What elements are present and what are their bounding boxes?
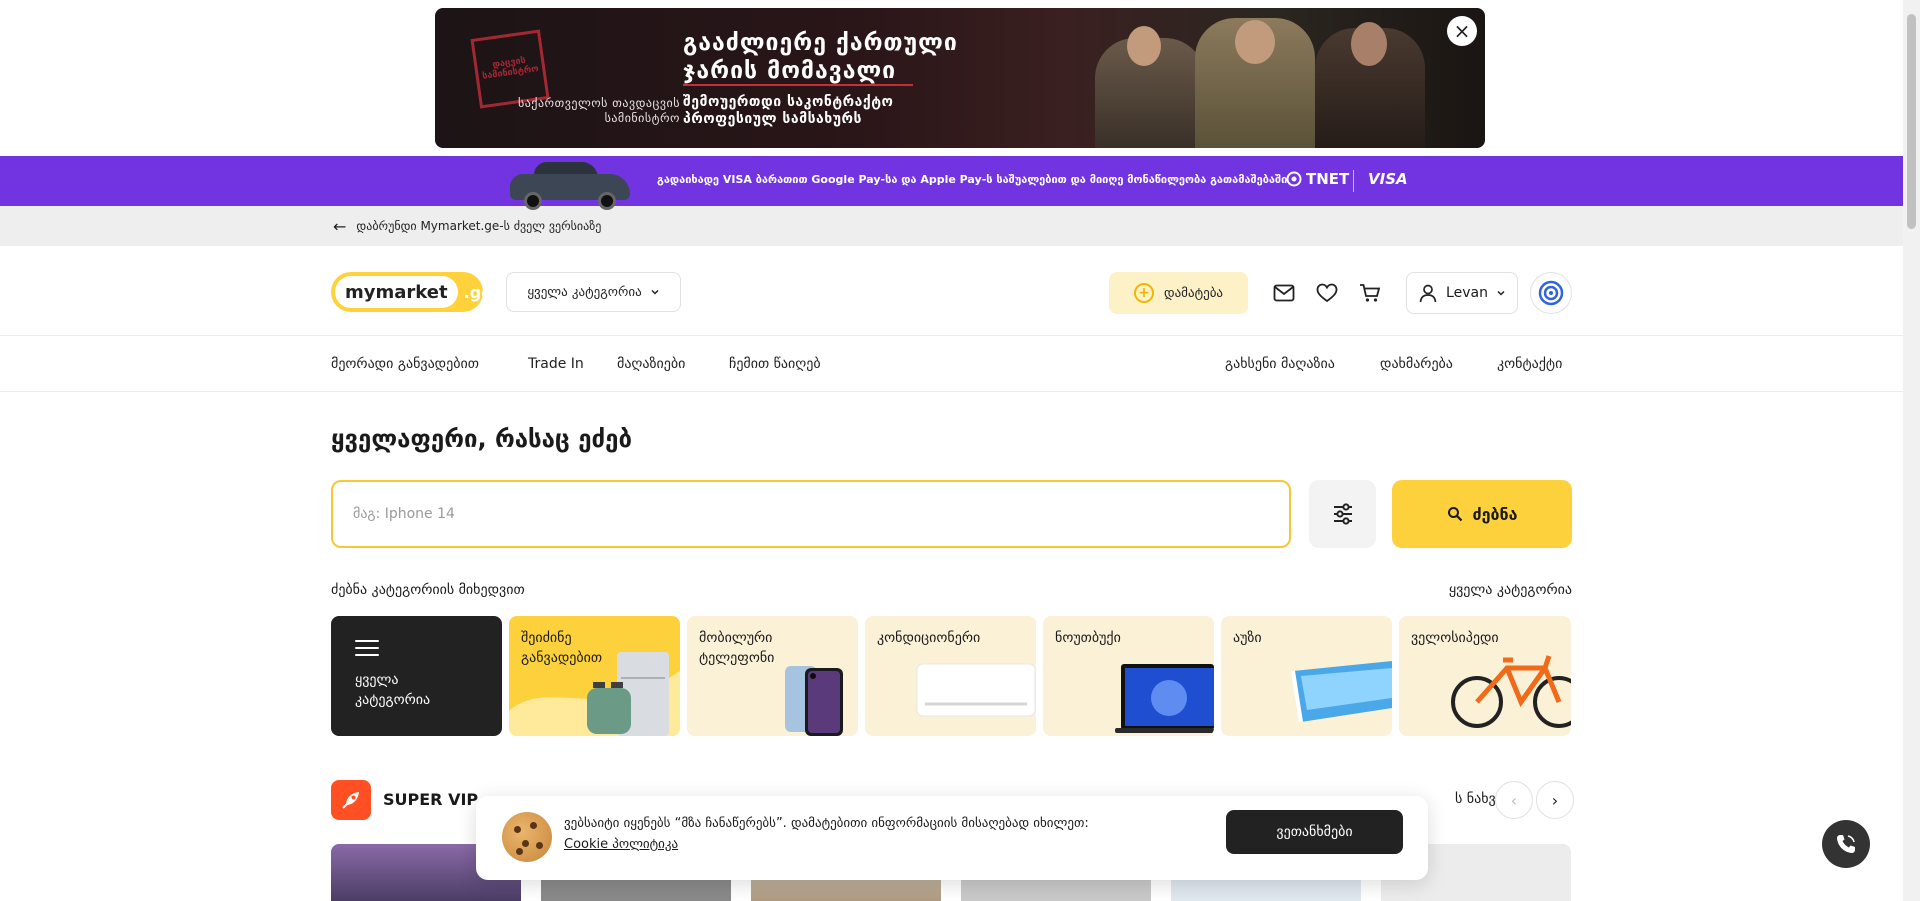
cookie-policy-link[interactable]: Cookie პოლიტიკა (564, 835, 1089, 856)
page: დაცვის სამინისტრო საქართველოს თავდაცვის … (0, 0, 1920, 901)
menu-icon (355, 640, 379, 656)
category-tile-ac[interactable]: კონდიციონერი (865, 616, 1036, 736)
ministry-name: საქართველოს თავდაცვის სამინისტრო (517, 96, 680, 125)
appliances-image (509, 652, 680, 736)
army-ad-banner[interactable]: დაცვის სამინისტრო საქართველოს თავდაცვის … (435, 8, 1485, 148)
nav-item-help[interactable]: დახმარება (1380, 356, 1453, 372)
category-tile-mobile[interactable]: მობილური ტელეფონი (687, 616, 858, 736)
banner-divider (683, 84, 913, 86)
promo-strip[interactable]: გადაიხადე VISA ბარათით Google Pay-სა და … (0, 156, 1920, 210)
old-version-bar[interactable]: ← დაბრუნდი Mymarket.ge-ს ძველ ვერსიაზე (0, 206, 1920, 246)
cookie-notice: ვებსაიტი იყენებს “მზა ჩანაწერებს”. დამატ… (476, 796, 1428, 880)
add-listing-label: დამატება (1163, 285, 1224, 301)
super-vip-heading: SUPER VIP (383, 790, 479, 809)
category-tile-bicycle[interactable]: ველოსიპედი (1399, 616, 1571, 736)
search-input[interactable]: მაგ: Iphone 14 (331, 480, 1291, 548)
soldiers-image (1075, 8, 1435, 148)
tnet-logo: TNET (1286, 170, 1349, 188)
tnet-apps-button[interactable] (1530, 272, 1572, 314)
nav-item-trade-in[interactable]: Trade In (528, 356, 584, 372)
banner-subtitle: შემოუერთდი საკონტრაქტო პროფესიულ სამსახუ… (683, 94, 894, 127)
chevron-down-icon (651, 289, 659, 295)
heart-icon[interactable] (1314, 280, 1340, 306)
visa-logo: VISA (1368, 170, 1408, 188)
carousel-prev-button[interactable]: ‹ (1495, 781, 1533, 819)
category-tile-laptop[interactable]: ნოუთბუქი (1043, 616, 1214, 736)
category-tile-all[interactable]: ყველა კატეგორია (331, 616, 502, 736)
search-button-label: ძებნა (1472, 504, 1518, 524)
user-icon (1419, 284, 1437, 303)
promo-text: გადაიხადე VISA ბარათით Google Pay-სა და … (657, 173, 1288, 186)
page-title: ყველაფერი, რასაც ეძებ (331, 425, 633, 453)
user-menu-button[interactable]: Levan (1406, 272, 1518, 314)
call-support-button[interactable] (1822, 820, 1870, 868)
nav-item-used-installment[interactable]: მეორადი განვადებით (331, 356, 479, 372)
filter-button[interactable] (1309, 480, 1376, 548)
nav-item-contact[interactable]: კონტაქტი (1497, 356, 1562, 372)
category-dropdown-label: ყველა კატეგორია (527, 284, 642, 300)
add-listing-button[interactable]: + დამატება (1109, 272, 1248, 314)
close-banner-button[interactable]: × (1447, 16, 1477, 46)
plus-icon: + (1133, 283, 1154, 303)
category-label: ყველა კატეგორია (355, 672, 431, 709)
top-banner-area: დაცვის სამინისტრო საქართველოს თავდაცვის … (0, 0, 1920, 156)
arrow-left-icon: ← (333, 216, 347, 236)
logo-main-text: mymarket (335, 276, 458, 308)
all-categories-link[interactable]: ყველა კატეგორია (1449, 582, 1572, 598)
category-dropdown[interactable]: ყველა კატეგორია (506, 272, 681, 312)
cookie-accept-button[interactable]: ვეთანხმები (1226, 810, 1403, 854)
pool-image (1291, 661, 1392, 723)
phone-image (785, 666, 843, 736)
tnet-icon (1286, 171, 1302, 187)
bicycle-image (1451, 655, 1571, 728)
car-image (506, 160, 634, 210)
page-scrollbar[interactable] (1903, 0, 1920, 901)
logo-ge-text: .ge (463, 282, 492, 302)
header: mymarket .ge ყველა კატეგორია + დამატება … (0, 246, 1920, 336)
category-tiles: ყველა კატეგორია შეიძინე განვადებით მობილ… (331, 616, 1571, 736)
scrollbar-thumb[interactable] (1907, 14, 1916, 229)
phone-icon (1837, 835, 1855, 853)
rocket-icon (331, 780, 371, 820)
site-logo[interactable]: mymarket .ge (331, 272, 492, 312)
category-heading: ძებნა კატეგორიის მიხედვით (331, 582, 525, 598)
nav-item-shops[interactable]: მაღაზიები (617, 356, 685, 372)
laptop-image (1115, 664, 1214, 733)
search-button[interactable]: ძებნა (1392, 480, 1572, 548)
old-version-link[interactable]: დაბრუნდი Mymarket.ge-ს ძველ ვერსიაზე (356, 219, 601, 233)
secondary-nav: მეორადი განვადებით Trade In მაღაზიები ჩე… (0, 336, 1920, 392)
cart-icon[interactable] (1357, 280, 1383, 306)
promo-divider (1353, 170, 1354, 192)
nav-item-pickup[interactable]: ჩემით წაიღებ (729, 356, 821, 372)
user-name: Levan (1446, 285, 1488, 301)
filter-sliders-icon (1333, 503, 1352, 525)
nav-item-open-shop[interactable]: გახსენი მაღაზია (1225, 356, 1335, 372)
carousel-next-button[interactable]: › (1536, 781, 1574, 819)
category-tile-installment[interactable]: შეიძინე განვადებით (509, 616, 680, 736)
banner-title: გააძლიერე ქართული ჯარის მომავალი (683, 30, 958, 84)
ac-image (916, 663, 1036, 717)
chevron-down-icon (1497, 290, 1505, 296)
mail-icon[interactable] (1271, 280, 1297, 306)
category-tile-pool[interactable]: აუზი (1221, 616, 1392, 736)
cookie-icon (502, 812, 552, 862)
tnet-icon (1538, 280, 1564, 306)
cookie-text: ვებსაიტი იყენებს “მზა ჩანაწერებს”. დამატ… (564, 814, 1089, 856)
search-icon (1447, 507, 1462, 522)
